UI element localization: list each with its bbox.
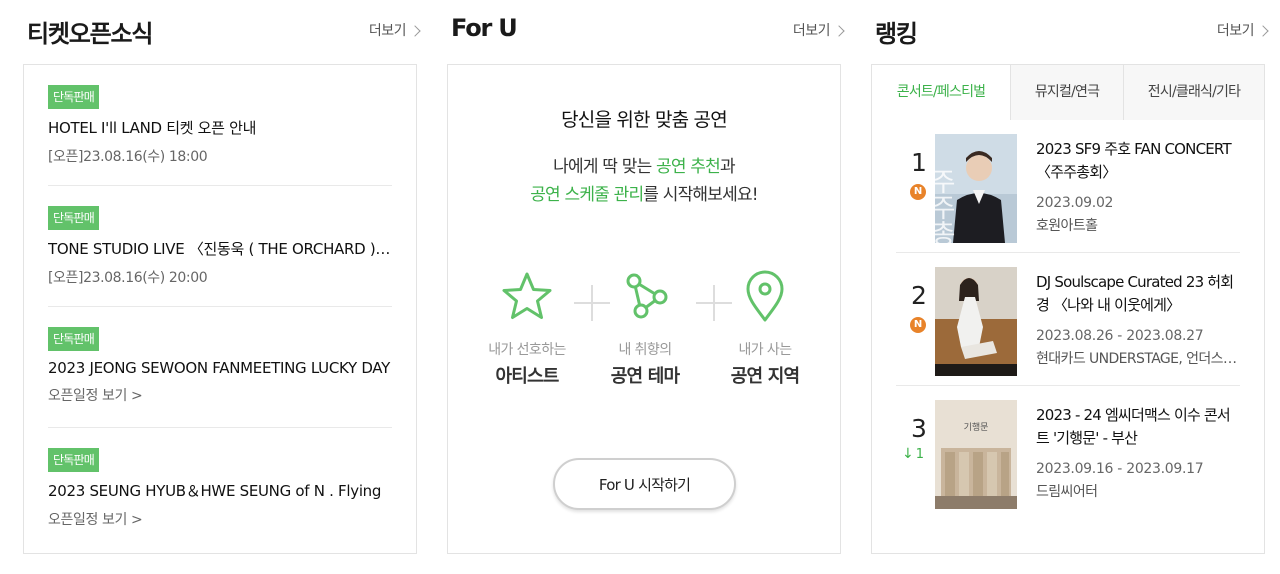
chevron-right-icon: [1257, 24, 1269, 37]
ranking-list: 1 N 주주총회 2023 SF9 주호 FAN CONCERT 〈주주총회〉: [872, 120, 1264, 519]
poster-image[interactable]: 기행문: [935, 400, 1017, 509]
foru-section: For U 더보기 당신을 위한 맞춤 공연 나에게 딱 맞는 공연 추천과 공…: [447, 0, 845, 554]
ticket-open-item-title[interactable]: 2023 JEONG SEWOON FANMEETING LUCKY DAY: [48, 359, 392, 377]
ticket-open-list: 단독판매 HOTEL I'll LAND 티켓 오픈 안내 [오픈]23.08.…: [24, 65, 416, 549]
open-schedule-link[interactable]: 오픈일정 보기 >: [48, 385, 392, 405]
chevron-right-icon: [409, 24, 421, 37]
ticket-open-item-date: [오픈]23.08.16(수) 18:00: [48, 149, 208, 165]
new-badge-icon: N: [910, 317, 926, 333]
ranking-section: 랭킹 더보기 콘서트/페스티벌 뮤지컬/연극 전시/클래식/기타 1 N 주주 …: [871, 0, 1269, 554]
ticket-open-header: 티켓오픈소식 더보기: [23, 0, 421, 64]
ticket-open-item-date: [오픈]23.08.16(수) 20:00: [48, 270, 208, 286]
exclusive-badge: 단독판매: [48, 327, 99, 351]
foru-header: For U 더보기: [447, 0, 845, 64]
ranking-item-title[interactable]: 2023 - 24 엠씨더맥스 이수 콘서트 '기행문' - 부산: [1036, 404, 1242, 450]
foru-title: For U: [451, 14, 518, 42]
rank-number: 3: [911, 414, 927, 443]
poster-label: 기행문: [964, 421, 989, 433]
rank-change: ↓ 1: [902, 446, 924, 462]
foru-desc-text: 과: [719, 157, 736, 177]
share-nodes-icon: [626, 273, 668, 319]
foru-step-theme: 내 취향의 공연 테마: [590, 269, 700, 388]
foru-start-button[interactable]: For U 시작하기: [553, 458, 736, 510]
ticket-open-item-title[interactable]: HOTEL I'll LAND 티켓 오픈 안내: [48, 117, 392, 138]
ranking-item-date: 2023.08.26 - 2023.08.27: [1036, 328, 1204, 344]
ticket-open-section: 티켓오픈소식 더보기 단독판매 HOTEL I'll LAND 티켓 오픈 안내…: [23, 0, 421, 554]
poster-sf9-juho: 주주총회: [935, 134, 1017, 243]
step-sub-label: 내 취향의: [618, 342, 673, 358]
ranking-item-venue: 현대카드 UNDERSTAGE, 언더스테이지: [1036, 351, 1242, 367]
step-main-label: 아티스트: [495, 366, 559, 387]
new-badge-icon: N: [910, 184, 926, 200]
ranking-box: 콘서트/페스티벌 뮤지컬/연극 전시/클래식/기타 1 N 주주총회: [871, 64, 1265, 554]
more-label: 더보기: [368, 23, 407, 39]
exclusive-badge: 단독판매: [48, 206, 99, 230]
rank-number: 2: [911, 281, 927, 310]
exclusive-badge: 단독판매: [48, 85, 99, 109]
ranking-item-date: 2023.09.02: [1036, 195, 1114, 211]
location-pin-icon: [746, 270, 784, 322]
step-sub-label: 내가 선호하는: [488, 342, 566, 358]
open-schedule-link[interactable]: 오픈일정 보기 >: [48, 509, 392, 529]
ticket-open-item-title[interactable]: TONE STUDIO LIVE 〈진동욱 ( THE ORCHARD ) 〉: [48, 238, 392, 259]
tab-concert-festival[interactable]: 콘서트/페스티벌: [872, 65, 1010, 121]
star-icon: [502, 272, 552, 319]
ticket-open-more-link[interactable]: 더보기: [368, 20, 421, 40]
rank-number: 1: [911, 148, 927, 177]
ranking-tabs: 콘서트/페스티벌 뮤지컬/연극 전시/클래식/기타: [872, 65, 1264, 121]
tab-exhibition-classic[interactable]: 전시/클래식/기타: [1123, 65, 1264, 120]
step-sub-label: 내가 사는: [738, 342, 793, 358]
chevron-right-icon: [833, 24, 845, 37]
poster-dj-soulscape: [935, 267, 1017, 376]
more-label: 더보기: [792, 23, 831, 39]
ranking-header: 랭킹 더보기: [871, 0, 1269, 64]
ranking-item-info: 2023 SF9 주호 FAN CONCERT 〈주주총회〉 2023.09.0…: [1036, 138, 1242, 235]
ticket-open-title: 티켓오픈소식: [27, 20, 153, 48]
ticket-open-item[interactable]: 단독판매 2023 SEUNG HYUB＆HWE SEUNG of N . Fl…: [48, 428, 392, 549]
ranking-item-info: DJ Soulscape Curated 23 허회경 〈나와 내 이웃에게〉 …: [1036, 271, 1242, 368]
step-main-label: 공연 테마: [610, 366, 680, 387]
ticket-open-item[interactable]: 단독판매 HOTEL I'll LAND 티켓 오픈 안내 [오픈]23.08.…: [48, 65, 392, 186]
ranking-item[interactable]: 3 ↓ 1 기행문 2023 - 24 엠씨더맥스 이수 콘서트 '기행문' -…: [896, 386, 1240, 519]
tab-musical-play[interactable]: 뮤지컬/연극: [1010, 65, 1123, 120]
foru-step-region: 내가 사는 공연 지역: [710, 269, 820, 388]
foru-more-link[interactable]: 더보기: [792, 20, 845, 40]
exclusive-badge: 단독판매: [48, 448, 99, 472]
foru-step-artist: 내가 선호하는 아티스트: [472, 269, 582, 388]
foru-heading: 당신을 위한 맞춤 공연: [561, 109, 728, 131]
foru-desc-text: 나에게 딱 맞는: [553, 157, 657, 177]
arrow-down-icon: ↓: [902, 446, 914, 462]
ranking-item-title[interactable]: 2023 SF9 주호 FAN CONCERT 〈주주총회〉: [1036, 138, 1242, 184]
foru-desc-highlight: 공연 스케줄 관리: [530, 185, 644, 205]
ranking-more-link[interactable]: 더보기: [1216, 20, 1269, 40]
poster-label: 주주총회: [935, 168, 956, 243]
ranking-item-info: 2023 - 24 엠씨더맥스 이수 콘서트 '기행문' - 부산 2023.0…: [1036, 404, 1242, 501]
ranking-item[interactable]: 1 N 주주총회 2023 SF9 주호 FAN CONCERT 〈주주총회〉: [896, 120, 1240, 253]
ranking-item-date: 2023.09.16 - 2023.09.17: [1036, 461, 1204, 477]
step-main-label: 공연 지역: [730, 366, 800, 387]
foru-desc-text: 를 시작해보세요!: [643, 185, 758, 205]
foru-steps: 내가 선호하는 아티스트 내 취향의 공연 테마 내가 사는 공연 지역: [478, 269, 812, 389]
ranking-item-venue: 드림씨어터: [1036, 484, 1098, 500]
poster-mcthemax-concert: 기행문: [935, 400, 1017, 509]
foru-desc-highlight: 공연 추천: [656, 157, 721, 177]
foru-box: 당신을 위한 맞춤 공연 나에게 딱 맞는 공연 추천과 공연 스케줄 관리를 …: [447, 64, 841, 554]
ticket-open-item[interactable]: 단독판매 TONE STUDIO LIVE 〈진동욱 ( THE ORCHARD…: [48, 186, 392, 307]
more-label: 더보기: [1216, 23, 1255, 39]
ticket-open-box: 단독판매 HOTEL I'll LAND 티켓 오픈 안내 [오픈]23.08.…: [23, 64, 417, 554]
ranking-item-venue: 호원아트홀: [1036, 218, 1098, 234]
poster-image[interactable]: [935, 267, 1017, 376]
ranking-item[interactable]: 2 N DJ Soulscape Curated 23 허회경 〈나와 내 이웃…: [896, 253, 1242, 386]
foru-description: 나에게 딱 맞는 공연 추천과 공연 스케줄 관리를 시작해보세요!: [448, 153, 840, 209]
ranking-title: 랭킹: [875, 20, 918, 48]
ticket-open-item[interactable]: 단독판매 2023 JEONG SEWOON FANMEETING LUCKY …: [48, 307, 392, 428]
rank-change-value: 1: [915, 446, 925, 462]
poster-image[interactable]: 주주총회: [935, 134, 1017, 243]
ranking-item-title[interactable]: DJ Soulscape Curated 23 허회경 〈나와 내 이웃에게〉: [1036, 271, 1242, 317]
ticket-open-item-title[interactable]: 2023 SEUNG HYUB＆HWE SEUNG of N . Flying: [48, 480, 392, 501]
